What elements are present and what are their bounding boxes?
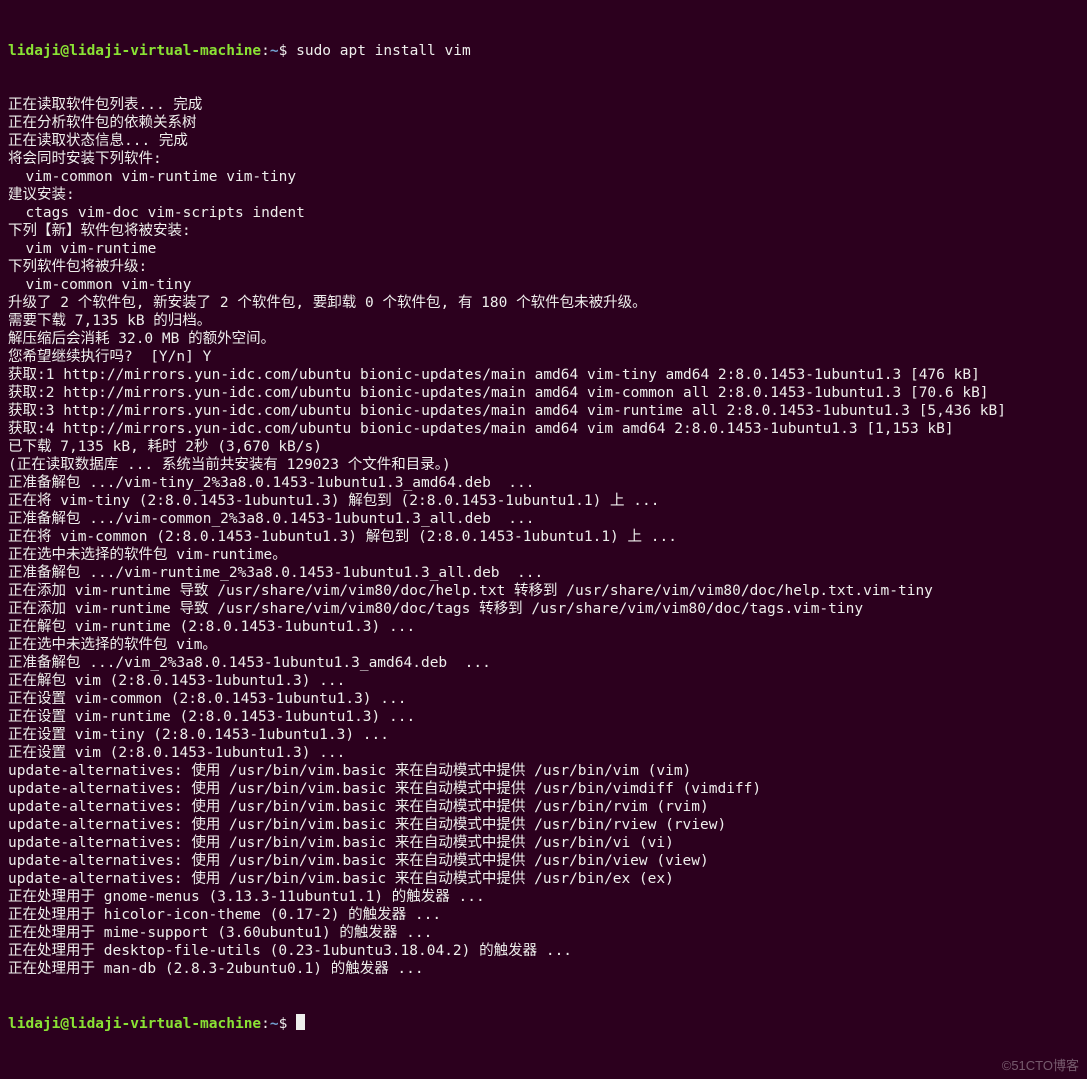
output-line: 正在选中未选择的软件包 vim-runtime。 [8, 546, 1079, 564]
output-line: update-alternatives: 使用 /usr/bin/vim.bas… [8, 852, 1079, 870]
prompt-dollar: $ [279, 1016, 296, 1032]
output-line: 正在读取状态信息... 完成 [8, 132, 1079, 150]
output-line: 正准备解包 .../vim-tiny_2%3a8.0.1453-1ubuntu1… [8, 474, 1079, 492]
output-line: 正在设置 vim-runtime (2:8.0.1453-1ubuntu1.3)… [8, 708, 1079, 726]
output-line: vim-common vim-runtime vim-tiny [8, 168, 1079, 186]
output-line: 获取:4 http://mirrors.yun-idc.com/ubuntu b… [8, 420, 1079, 438]
prompt-line-2[interactable]: lidaji@lidaji-virtual-machine:~$ [8, 1014, 1079, 1033]
output-line: 正在设置 vim-tiny (2:8.0.1453-1ubuntu1.3) ..… [8, 726, 1079, 744]
output-line: update-alternatives: 使用 /usr/bin/vim.bas… [8, 762, 1079, 780]
output-line: 正在设置 vim (2:8.0.1453-1ubuntu1.3) ... [8, 744, 1079, 762]
output-line: 将会同时安装下列软件: [8, 150, 1079, 168]
output-line: 正在添加 vim-runtime 导致 /usr/share/vim/vim80… [8, 600, 1079, 618]
output-line: ctags vim-doc vim-scripts indent [8, 204, 1079, 222]
output-line: 正在分析软件包的依赖关系树 [8, 114, 1079, 132]
prompt-path: ~ [270, 43, 279, 59]
output-line: 正在将 vim-tiny (2:8.0.1453-1ubuntu1.3) 解包到… [8, 492, 1079, 510]
output-line: 正在选中未选择的软件包 vim。 [8, 636, 1079, 654]
output-line: 已下载 7,135 kB, 耗时 2秒 (3,670 kB/s) [8, 438, 1079, 456]
prompt-colon: : [261, 43, 270, 59]
output-line: update-alternatives: 使用 /usr/bin/vim.bas… [8, 780, 1079, 798]
output-line: 解压缩后会消耗 32.0 MB 的额外空间。 [8, 330, 1079, 348]
output-line: 获取:2 http://mirrors.yun-idc.com/ubuntu b… [8, 384, 1079, 402]
output-line: update-alternatives: 使用 /usr/bin/vim.bas… [8, 798, 1079, 816]
prompt-colon: : [261, 1016, 270, 1032]
terminal-output: 正在读取软件包列表... 完成正在分析软件包的依赖关系树正在读取状态信息... … [8, 96, 1079, 978]
cursor-icon [296, 1014, 305, 1030]
output-line: (正在读取数据库 ... 系统当前共安装有 129023 个文件和目录。) [8, 456, 1079, 474]
output-line: 升级了 2 个软件包, 新安装了 2 个软件包, 要卸载 0 个软件包, 有 1… [8, 294, 1079, 312]
watermark-text: ©51CTO博客 [1002, 1057, 1079, 1075]
command-text: sudo apt install vim [296, 43, 471, 59]
output-line: 正在处理用于 mime-support (3.60ubuntu1) 的触发器 .… [8, 924, 1079, 942]
prompt-dollar: $ [279, 43, 296, 59]
output-line: 正在处理用于 desktop-file-utils (0.23-1ubuntu3… [8, 942, 1079, 960]
output-line: 正准备解包 .../vim-common_2%3a8.0.1453-1ubunt… [8, 510, 1079, 528]
output-line: update-alternatives: 使用 /usr/bin/vim.bas… [8, 834, 1079, 852]
output-line: update-alternatives: 使用 /usr/bin/vim.bas… [8, 870, 1079, 888]
output-line: 正在将 vim-common (2:8.0.1453-1ubuntu1.3) 解… [8, 528, 1079, 546]
output-line: 您希望继续执行吗? [Y/n] Y [8, 348, 1079, 366]
output-line: 正准备解包 .../vim-runtime_2%3a8.0.1453-1ubun… [8, 564, 1079, 582]
output-line: vim-common vim-tiny [8, 276, 1079, 294]
output-line: 获取:3 http://mirrors.yun-idc.com/ubuntu b… [8, 402, 1079, 420]
output-line: 正在处理用于 gnome-menus (3.13.3-11ubuntu1.1) … [8, 888, 1079, 906]
output-line: 正在处理用于 man-db (2.8.3-2ubuntu0.1) 的触发器 ..… [8, 960, 1079, 978]
output-line: 正在处理用于 hicolor-icon-theme (0.17-2) 的触发器 … [8, 906, 1079, 924]
prompt-path: ~ [270, 1016, 279, 1032]
output-line: 获取:1 http://mirrors.yun-idc.com/ubuntu b… [8, 366, 1079, 384]
prompt-line-1: lidaji@lidaji-virtual-machine:~$ sudo ap… [8, 42, 1079, 60]
output-line: vim vim-runtime [8, 240, 1079, 258]
output-line: 下列软件包将被升级: [8, 258, 1079, 276]
output-line: 正准备解包 .../vim_2%3a8.0.1453-1ubuntu1.3_am… [8, 654, 1079, 672]
prompt-user-host: lidaji@lidaji-virtual-machine [8, 1016, 261, 1032]
output-line: update-alternatives: 使用 /usr/bin/vim.bas… [8, 816, 1079, 834]
output-line: 建议安装: [8, 186, 1079, 204]
output-line: 正在解包 vim (2:8.0.1453-1ubuntu1.3) ... [8, 672, 1079, 690]
terminal-window[interactable]: lidaji@lidaji-virtual-machine:~$ sudo ap… [0, 0, 1087, 1079]
output-line: 正在读取软件包列表... 完成 [8, 96, 1079, 114]
output-line: 正在设置 vim-common (2:8.0.1453-1ubuntu1.3) … [8, 690, 1079, 708]
prompt-user-host: lidaji@lidaji-virtual-machine [8, 43, 261, 59]
output-line: 下列【新】软件包将被安装: [8, 222, 1079, 240]
output-line: 正在添加 vim-runtime 导致 /usr/share/vim/vim80… [8, 582, 1079, 600]
output-line: 正在解包 vim-runtime (2:8.0.1453-1ubuntu1.3)… [8, 618, 1079, 636]
output-line: 需要下载 7,135 kB 的归档。 [8, 312, 1079, 330]
